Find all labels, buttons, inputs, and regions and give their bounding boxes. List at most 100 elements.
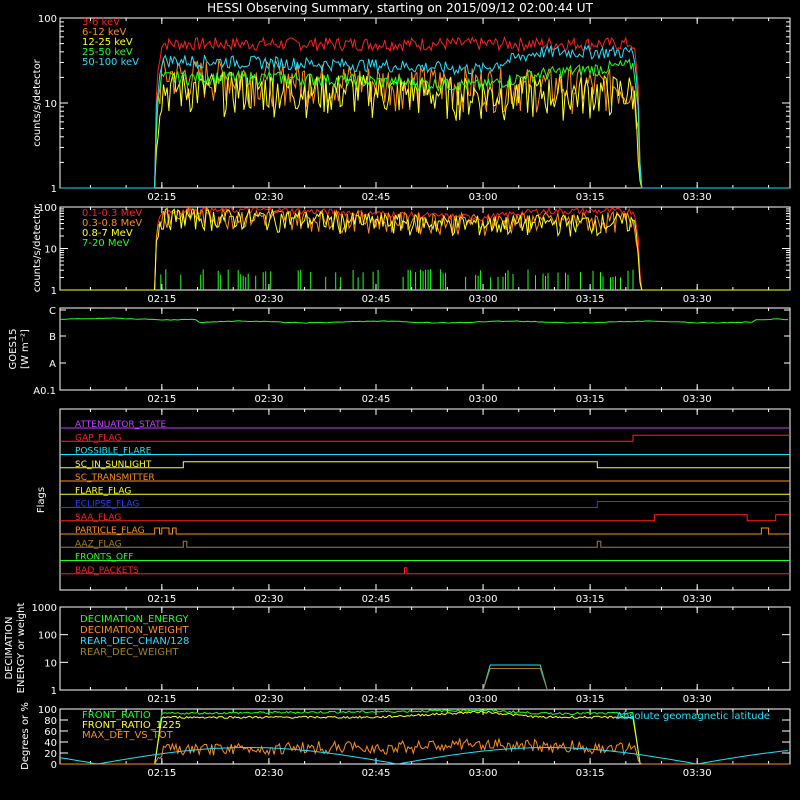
flag-line-bad-packets xyxy=(60,567,790,575)
y-tick-label: 100 xyxy=(38,705,57,716)
series-line-MAX-DET-VS-TOT xyxy=(60,737,790,765)
flag-label: GAP_FLAG xyxy=(75,433,121,443)
y-axis-label: counts/s/detector xyxy=(32,58,43,146)
x-tick-label: 03:15 xyxy=(576,192,605,203)
x-tick-label: 03:30 xyxy=(683,192,712,203)
y-tick-label: A xyxy=(49,359,56,370)
flag-label: ATTENUATOR_STATE xyxy=(75,420,167,430)
y-tick-label: 80 xyxy=(44,716,57,727)
y-tick-label: 1 xyxy=(51,686,57,697)
flag-line-gap-flag xyxy=(60,434,790,442)
panel-lightcurves: 02:15 02:30 02:45 03:00 03:15 03:30 1 10 100 coun… xyxy=(32,14,791,203)
x-tick-label: 02:15 xyxy=(147,192,176,203)
flag-label: SAA_FLAG xyxy=(75,513,121,523)
x-tick-label: 02:30 xyxy=(254,768,283,779)
y-axis-label: counts/s/detector xyxy=(32,204,43,292)
y-tick-label: C xyxy=(49,306,56,317)
legend-entry: REAR_DEC_CHAN/128 xyxy=(80,636,189,647)
y-tick-label: 40 xyxy=(44,738,57,749)
panel-frame xyxy=(59,408,791,591)
legend-entry: REAR_DEC_WEIGHT xyxy=(80,647,179,658)
y-tick-label: 10 xyxy=(44,658,57,669)
x-tick-label: 02:30 xyxy=(254,694,283,705)
x-tick-label: 02:30 xyxy=(254,594,283,605)
x-tick-label: 03:30 xyxy=(683,768,712,779)
x-tick-label: 02:15 xyxy=(147,294,176,305)
x-tick-label: 02:45 xyxy=(362,694,391,705)
x-tick-label: 03:15 xyxy=(576,394,605,405)
x-tick-label: 03:30 xyxy=(683,394,712,405)
x-tick-label: 02:30 xyxy=(254,294,283,305)
x-tick-label: 02:15 xyxy=(147,394,176,405)
flag-label: PARTICLE_FLAG xyxy=(75,526,145,536)
y-axis-label: GOES15 xyxy=(8,328,19,369)
panel-decimation: 02:15 02:30 02:45 03:00 03:15 03:30 1 10 100 1000… xyxy=(4,603,791,705)
y-axis-label-2: ENERGY or weight xyxy=(16,603,27,694)
series-line-Absolute-geomagnetic-latitude xyxy=(59,747,789,765)
flag-label: POSSIBLE_FLARE xyxy=(75,447,152,457)
x-tick-label: 03:30 xyxy=(683,594,712,605)
flag-line-particle-flag xyxy=(60,527,790,535)
flag-line-aaz-flag xyxy=(60,540,790,548)
legend-entry: DECIMATION_WEIGHT xyxy=(80,625,189,636)
x-tick-label: 02:45 xyxy=(362,294,391,305)
y-axis-label: Flags xyxy=(36,487,47,513)
x-tick-label: 03:15 xyxy=(576,768,605,779)
flag-label: ECLIPSE_FLAG xyxy=(75,500,139,510)
y-tick-label: 60 xyxy=(44,727,57,738)
series-line-6-12-keV xyxy=(60,58,790,189)
y-tick-label: 0 xyxy=(51,760,57,771)
series-line-7-20-MeV xyxy=(160,269,634,290)
flag-line-eclipse-flag xyxy=(60,501,790,508)
flag-label: FLARE_FLAG xyxy=(75,486,131,496)
x-tick-label: 03:15 xyxy=(576,594,605,605)
legend-entry: Absolute geomagnetic latitude xyxy=(616,711,770,722)
x-tick-label: 02:45 xyxy=(362,594,391,605)
x-tick-label: 02:45 xyxy=(362,394,391,405)
series-line-0-8-7-MeV xyxy=(60,207,790,291)
legend-entry: 50-100 keV xyxy=(82,57,139,68)
panel-ratios: 02:15 02:30 02:45 03:00 03:15 03:30 0204060801… xyxy=(20,702,791,779)
x-tick-label: 02:45 xyxy=(362,768,391,779)
y-axis-label: Degrees or % xyxy=(20,702,31,770)
y-axis-unit: [W m⁻²] xyxy=(20,329,31,369)
series-line-50-100-keV xyxy=(60,44,790,189)
flag-label: BAD_PACKETS xyxy=(75,566,139,576)
y-tick-label: 10 xyxy=(44,245,57,256)
x-tick-label: 03:00 xyxy=(469,694,498,705)
legend-entry: DECIMATION_ENERGY xyxy=(80,614,189,625)
flag-line-saa-flag xyxy=(60,514,790,522)
x-tick-label: 02:15 xyxy=(147,594,176,605)
x-tick-label: 03:00 xyxy=(469,192,498,203)
x-tick-label: 03:00 xyxy=(469,394,498,405)
x-tick-label: 03:30 xyxy=(683,694,712,705)
x-tick-label: 02:15 xyxy=(147,768,176,779)
flag-label: SC_IN_SUNLIGHT xyxy=(75,460,152,470)
flag-label: FRONTS_OFF xyxy=(75,553,133,563)
series-line-GOES15 xyxy=(59,317,789,324)
x-tick-label: 03:00 xyxy=(469,294,498,305)
y-tick-label: B xyxy=(49,332,56,343)
summary-plots: 02:15 02:30 02:45 03:00 03:15 03:30110100coun… xyxy=(4,14,791,779)
y-axis-label: DECIMATION xyxy=(4,616,15,679)
series-line-0-3-0-8-MeV xyxy=(60,205,790,291)
panel-high-energy: 02:15 02:30 02:45 03:00 03:15 03:30110100coun… xyxy=(32,203,791,305)
x-tick-label: 03:15 xyxy=(576,694,605,705)
x-tick-label: 02:45 xyxy=(362,192,391,203)
x-tick-label: 03:15 xyxy=(576,294,605,305)
flag-label: SC_TRANSMITTER xyxy=(75,473,155,483)
panel-goes: 02:15 02:30 02:45 03:00 03:15 03:30 A0.1 A B C GOE… xyxy=(8,306,791,405)
flag-label: AAZ_FLAG xyxy=(75,539,122,549)
x-tick-label: 02:30 xyxy=(254,394,283,405)
x-tick-label: 03:30 xyxy=(683,294,712,305)
panel-flags: 02:15 02:30 02:45 03:00 03:15 03:30 Flags ATTEN… xyxy=(36,408,791,605)
flag-line-sc-in-sunlight xyxy=(60,461,790,469)
y-tick-label: 20 xyxy=(44,749,57,760)
x-tick-label: 02:30 xyxy=(254,192,283,203)
y-tick-label: 1000 xyxy=(32,603,57,614)
x-tick-label: 02:15 xyxy=(147,694,176,705)
y-tick-label: 10 xyxy=(44,99,57,110)
series-line-REAR-DEC-WEIGHT xyxy=(482,668,548,691)
x-tick-label: 03:00 xyxy=(469,594,498,605)
y-tick-label: A0.1 xyxy=(33,386,56,397)
